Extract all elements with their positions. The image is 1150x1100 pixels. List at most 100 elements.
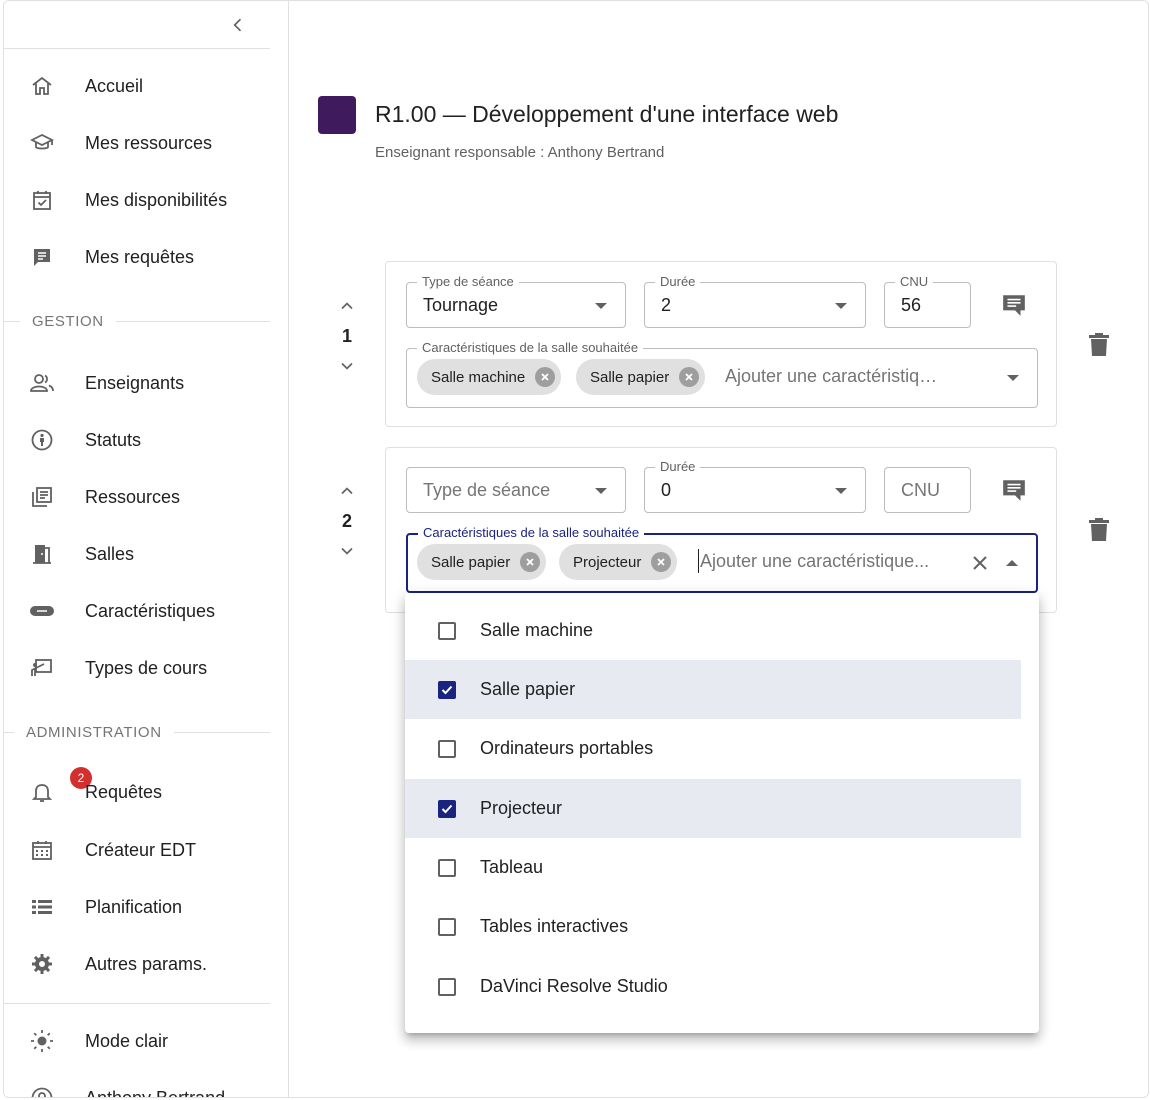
person-badge-icon — [29, 427, 55, 453]
comment-button[interactable] — [998, 289, 1030, 321]
chevron-up-icon — [341, 302, 353, 310]
option-label: Projecteur — [480, 798, 563, 818]
collapse-sidebar-button[interactable] — [224, 11, 252, 39]
field-label: Caractéristiques de la salle souhaitée — [417, 340, 644, 356]
room-features-select[interactable]: Caractéristiques de la salle souhaitée S… — [406, 525, 1038, 593]
duration-select[interactable]: Durée 0 — [644, 459, 866, 513]
move-up-button[interactable] — [329, 294, 365, 318]
section-title-administration: ADMINISTRATION — [26, 723, 162, 741]
delete-session-2-button[interactable] — [1083, 513, 1115, 545]
session-2-order: 2 — [329, 479, 365, 563]
session-card-1: Type de séance Tournage Durée 2 CNU 56 C… — [385, 261, 1057, 427]
comment-icon — [1003, 480, 1025, 501]
bell-icon: 2 — [29, 767, 92, 805]
account-menu[interactable]: Anthony Bertrand — [4, 1074, 270, 1098]
nav-item-caracteristiques[interactable]: Caractéristiques — [4, 587, 270, 635]
option-ordinateurs-portables[interactable]: Ordinateurs portables — [405, 719, 1021, 778]
option-salle-papier[interactable]: Salle papier — [405, 660, 1021, 719]
chip-remove-icon[interactable] — [535, 367, 556, 387]
theme-toggle[interactable]: Mode clair — [4, 1017, 270, 1065]
checkbox-unchecked-icon — [438, 858, 456, 877]
session-type-select[interactable]: Type de séance — [406, 467, 626, 513]
nav-item-mes-requetes[interactable]: Mes requêtes — [4, 233, 270, 281]
features-dropdown-menu: Salle machine Salle papier Ordinateurs p… — [405, 593, 1039, 1033]
nav-label: Enseignants — [85, 372, 185, 393]
option-tables-interactives[interactable]: Tables interactives — [405, 897, 1021, 956]
field-label: Caractéristiques de la salle souhaitée — [418, 525, 645, 541]
nav-label: Mes disponibilités — [85, 189, 228, 210]
features-placeholder: Ajouter une caractéristiq… — [725, 366, 938, 386]
move-down-button[interactable] — [329, 354, 365, 378]
tag-icon — [29, 598, 55, 624]
nav-label: Planification — [85, 896, 183, 917]
cnu-input[interactable]: CNU 56 — [884, 274, 971, 328]
nav-item-requetes[interactable]: 2 Requêtes — [4, 767, 270, 816]
nav-item-mes-disponibilites[interactable]: Mes disponibilités — [4, 176, 270, 224]
option-davinci-resolve-studio[interactable]: DaVinci Resolve Studio — [405, 957, 1021, 1016]
field-label: Type de séance — [417, 274, 519, 290]
resource-color-swatch — [318, 96, 356, 134]
nav-label: Autres params. — [85, 953, 208, 974]
field-value: 0 — [661, 480, 672, 500]
chip-remove-icon[interactable] — [679, 367, 700, 387]
account-icon — [29, 1085, 55, 1097]
chip-remove-icon[interactable] — [651, 552, 672, 572]
nav-label: Mode clair — [85, 1030, 169, 1051]
option-label: Tables interactives — [480, 916, 629, 936]
session-number: 2 — [341, 511, 352, 531]
nav-label: Requêtes — [85, 781, 163, 802]
text-cursor — [698, 549, 699, 573]
duration-select[interactable]: Durée 2 — [644, 274, 866, 328]
option-projecteur[interactable]: Projecteur — [405, 779, 1021, 838]
chip-label: Salle papier — [431, 553, 511, 571]
checkbox-unchecked-icon — [438, 739, 456, 758]
nav-item-mes-ressources[interactable]: Mes ressources — [4, 119, 270, 167]
nav-label: Salles — [85, 543, 135, 564]
nav-label: Anthony Bertrand — [85, 1087, 226, 1098]
nav-item-ressources[interactable]: Ressources — [4, 473, 270, 521]
option-salle-machine[interactable]: Salle machine — [405, 601, 1021, 660]
nav-item-accueil[interactable]: Accueil — [4, 62, 270, 110]
nav-item-autres-params[interactable]: Autres params. — [4, 940, 270, 988]
caret-down-icon — [595, 303, 607, 309]
option-label: Tableau — [480, 857, 544, 877]
comment-button[interactable] — [998, 474, 1030, 506]
section-gestion: GESTION — [4, 311, 270, 331]
nav-item-planification[interactable]: Planification — [4, 883, 270, 931]
nav-item-enseignants[interactable]: Enseignants — [4, 359, 270, 407]
room-features-select[interactable]: Caractéristiques de la salle souhaitée S… — [406, 340, 1038, 408]
nav-item-salles[interactable]: Salles — [4, 530, 270, 578]
nav-label: Statuts — [85, 429, 142, 450]
sun-icon — [29, 1028, 55, 1054]
home-icon — [29, 73, 55, 99]
cnu-input[interactable]: CNU — [884, 467, 971, 513]
caret-down-icon — [835, 303, 847, 309]
session-1-order: 1 — [329, 294, 365, 378]
caret-up-icon[interactable] — [1006, 560, 1018, 566]
delete-session-1-button[interactable] — [1083, 328, 1115, 360]
feature-chip: Salle machine — [417, 359, 562, 395]
field-value: 2 — [661, 295, 672, 315]
feature-chip: Projecteur — [559, 544, 678, 580]
chevron-up-icon — [341, 487, 353, 495]
nav-item-types-de-cours[interactable]: Types de cours — [4, 644, 270, 692]
nav-label: Créateur EDT — [85, 839, 197, 860]
nav-label: Mes ressources — [85, 132, 213, 153]
nav-item-createur-edt[interactable]: Créateur EDT — [4, 826, 270, 874]
chip-label: Salle papier — [590, 368, 670, 386]
comment-icon — [1003, 295, 1025, 316]
chevron-down-icon — [341, 547, 353, 555]
checkbox-checked-icon — [438, 799, 456, 818]
move-down-button[interactable] — [329, 539, 365, 563]
session-type-select[interactable]: Type de séance Tournage — [406, 274, 626, 328]
gear-icon — [29, 951, 55, 977]
move-up-button[interactable] — [329, 479, 365, 503]
chip-remove-icon[interactable] — [520, 552, 541, 572]
door-icon — [29, 541, 55, 567]
school-icon — [29, 130, 55, 156]
nav-item-statuts[interactable]: Statuts — [4, 416, 270, 464]
clear-icon[interactable] — [970, 553, 990, 578]
chevron-down-icon — [341, 362, 353, 370]
app-window: Accueil Mes ressources Mes disponibilité… — [3, 0, 1149, 1098]
option-tableau[interactable]: Tableau — [405, 838, 1021, 897]
